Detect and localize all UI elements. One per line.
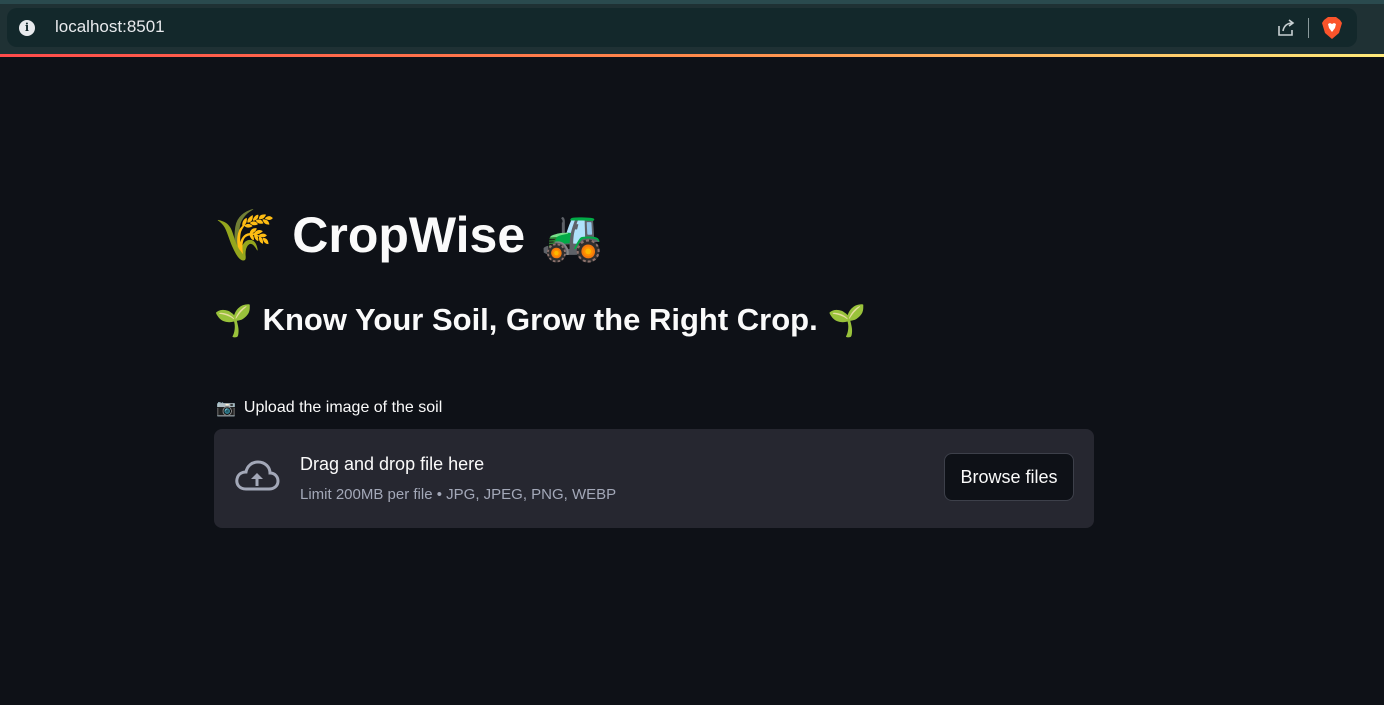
dropzone-title: Drag and drop file here [300,454,485,474]
address-bar[interactable]: i localhost:8501 [7,8,1357,47]
app-decoration-stripe [0,54,1384,57]
page-subtitle: 🌱 Know Your Soil, Grow the Right Crop. 🌱 [214,298,866,342]
brave-shield-icon[interactable] [1321,16,1343,40]
uploader-label-text: Upload the image of the soil [243,399,443,416]
file-dropzone[interactable]: Drag and drop file here Limit 200MB per … [214,429,1094,528]
tab-strip [0,0,1384,4]
tractor-emoji-icon: 🚜 [541,206,604,263]
browse-files-button[interactable]: Browse files [944,453,1074,501]
seedling-emoji-icon: 🌱 [214,302,253,338]
title-text: CropWise [292,207,526,263]
rice-emoji-icon: 🌾 [214,206,277,263]
browser-toolbar: i localhost:8501 [0,0,1384,55]
page-title: 🌾 CropWise 🚜 [214,200,603,270]
dropzone-limit-text: Limit 200MB per file • JPG, JPEG, PNG, W… [300,486,617,503]
toolbar-divider [1308,18,1309,38]
share-icon[interactable] [1275,17,1297,39]
seedling-emoji-icon-right: 🌱 [827,302,867,338]
camera-emoji-icon: 📷 [216,400,236,417]
url-text[interactable]: localhost:8501 [55,17,165,37]
site-info-icon[interactable]: i [19,20,35,36]
cloud-upload-icon [235,460,280,491]
uploader-label: 📷 Upload the image of the soil [216,398,442,418]
subtitle-text: Know Your Soil, Grow the Right Crop. [262,302,818,337]
